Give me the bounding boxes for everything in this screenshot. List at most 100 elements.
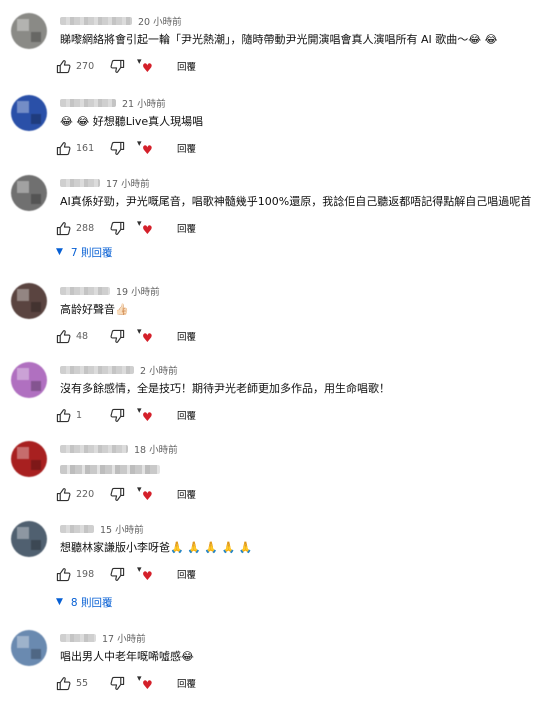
thumb-up-icon: [56, 221, 71, 236]
thumb-down-icon: [110, 329, 125, 344]
comment-header: 20 小時前: [60, 13, 182, 29]
action-bar: 1 ▾ ♥ 回覆: [56, 406, 196, 424]
dislike-button[interactable]: [110, 59, 125, 74]
author-name-redacted[interactable]: [60, 179, 100, 187]
comment-header: 17 小時前: [60, 175, 150, 191]
thumb-up-icon: [56, 487, 71, 502]
timestamp[interactable]: 2 小時前: [140, 363, 178, 377]
thumb-down-icon: [110, 59, 125, 74]
view-replies-button[interactable]: ▼ 8 則回覆: [56, 593, 112, 611]
action-bar: 288 ▾ ♥ 回覆: [56, 219, 196, 237]
thumb-down-icon: [110, 408, 125, 423]
thumb-up-icon: [56, 329, 71, 344]
comment-header: 18 小時前: [60, 441, 178, 457]
thumb-up-icon: [56, 676, 71, 691]
author-name-redacted[interactable]: [60, 99, 116, 107]
like-button[interactable]: 48: [56, 329, 110, 344]
reply-button[interactable]: 回覆: [177, 329, 196, 343]
like-button[interactable]: 220: [56, 487, 110, 502]
creator-heart-icon[interactable]: ▾ ♥: [137, 675, 155, 692]
creator-heart-icon[interactable]: ▾ ♥: [137, 140, 155, 157]
like-count: 198: [76, 568, 95, 580]
timestamp[interactable]: 15 小時前: [100, 522, 144, 536]
action-bar: 48 ▾ ♥ 回覆: [56, 327, 196, 345]
creator-heart-icon[interactable]: ▾ ♥: [137, 566, 155, 583]
comment-header: 21 小時前: [60, 95, 166, 111]
avatar[interactable]: [11, 13, 47, 49]
avatar[interactable]: [11, 95, 47, 131]
action-bar: 55 ▾ ♥ 回覆: [56, 674, 196, 692]
avatar[interactable]: [11, 283, 47, 319]
timestamp[interactable]: 17 小時前: [102, 631, 146, 645]
timestamp[interactable]: 21 小時前: [122, 96, 166, 110]
dislike-button[interactable]: [110, 676, 125, 691]
reply-button[interactable]: 回覆: [177, 141, 196, 155]
comment-header: 17 小時前: [60, 630, 146, 646]
creator-heart-icon[interactable]: ▾ ♥: [137, 58, 155, 75]
comment-header: 19 小時前: [60, 283, 160, 299]
like-button[interactable]: 270: [56, 59, 110, 74]
comment-text: 睇嚟網絡將會引起一輪「尹光熱潮」，隨時帶動尹光開演唱會真人演唱所有 AI 歌曲～…: [60, 33, 498, 46]
author-name-redacted[interactable]: [60, 634, 96, 642]
dislike-button[interactable]: [110, 141, 125, 156]
creator-heart-icon[interactable]: ▾ ♥: [137, 407, 155, 424]
like-count: 220: [76, 488, 95, 500]
like-button[interactable]: 288: [56, 221, 110, 236]
like-count: 288: [76, 222, 95, 234]
like-count: 55: [76, 677, 89, 689]
dislike-button[interactable]: [110, 408, 125, 423]
replies-count: 8 則回覆: [70, 596, 113, 609]
comment-text: 😂 😂 好想聽Live真人現場唱: [60, 115, 204, 128]
timestamp[interactable]: 17 小時前: [106, 176, 150, 190]
action-bar: 220 ▾ ♥ 回覆: [56, 485, 196, 503]
comment-text: 高龄好聲音👍🏻: [60, 303, 129, 316]
creator-heart-icon[interactable]: ▾ ♥: [137, 220, 155, 237]
dislike-button[interactable]: [110, 567, 125, 582]
avatar[interactable]: [11, 441, 47, 477]
avatar[interactable]: [11, 630, 47, 666]
reply-button[interactable]: 回覆: [177, 59, 196, 73]
like-button[interactable]: 1: [56, 408, 110, 423]
reply-button[interactable]: 回覆: [177, 676, 196, 690]
author-name-redacted[interactable]: [60, 525, 94, 533]
author-name-redacted[interactable]: [60, 445, 128, 453]
dislike-button[interactable]: [110, 487, 125, 502]
creator-heart-icon[interactable]: ▾ ♥: [137, 328, 155, 345]
action-bar: 161 ▾ ♥ 回覆: [56, 139, 196, 157]
like-button[interactable]: 198: [56, 567, 110, 582]
comment-text: AI真係好勁，尹光嘅尾音，唱歌神髓幾乎100%還原，我諗佢自己聽返都唔記得點解自…: [60, 195, 532, 208]
thumb-down-icon: [110, 676, 125, 691]
like-count: 161: [76, 142, 95, 154]
like-count: 1: [76, 409, 83, 421]
comment-text: 沒有多餘感情，全是技巧！期待尹光老師更加多作品，用生命唱歌！: [60, 382, 390, 395]
view-replies-button[interactable]: ▼ 7 則回覆: [56, 243, 112, 261]
comment-text-redacted: [60, 465, 160, 474]
action-bar: 270 ▾ ♥ 回覆: [56, 57, 196, 75]
avatar[interactable]: [11, 362, 47, 398]
reply-button[interactable]: 回覆: [177, 567, 196, 581]
replies-count: 7 則回覆: [70, 246, 113, 259]
thumb-up-icon: [56, 408, 71, 423]
timestamp[interactable]: 20 小時前: [138, 14, 182, 28]
dislike-button[interactable]: [110, 221, 125, 236]
reply-button[interactable]: 回覆: [177, 487, 196, 501]
comment-text: 唱出男人中老年嘅唏噓感😂: [60, 650, 194, 663]
author-name-redacted[interactable]: [60, 287, 110, 295]
creator-heart-icon[interactable]: ▾ ♥: [137, 486, 155, 503]
timestamp[interactable]: 18 小時前: [134, 442, 178, 456]
like-button[interactable]: 55: [56, 676, 110, 691]
like-button[interactable]: 161: [56, 141, 110, 156]
reply-button[interactable]: 回覆: [177, 408, 196, 422]
thumb-down-icon: [110, 487, 125, 502]
comment-header: 15 小時前: [60, 521, 144, 537]
author-name-redacted[interactable]: [60, 366, 134, 374]
like-count: 48: [76, 330, 89, 342]
comment-text: 想聽林家謙版小李呀爸🙏 🙏 🙏 🙏 🙏: [60, 541, 253, 554]
author-name-redacted[interactable]: [60, 17, 132, 25]
avatar[interactable]: [11, 175, 47, 211]
chevron-down-icon: ▼: [56, 247, 63, 257]
reply-button[interactable]: 回覆: [177, 221, 196, 235]
timestamp[interactable]: 19 小時前: [116, 284, 160, 298]
avatar[interactable]: [11, 521, 47, 557]
dislike-button[interactable]: [110, 329, 125, 344]
